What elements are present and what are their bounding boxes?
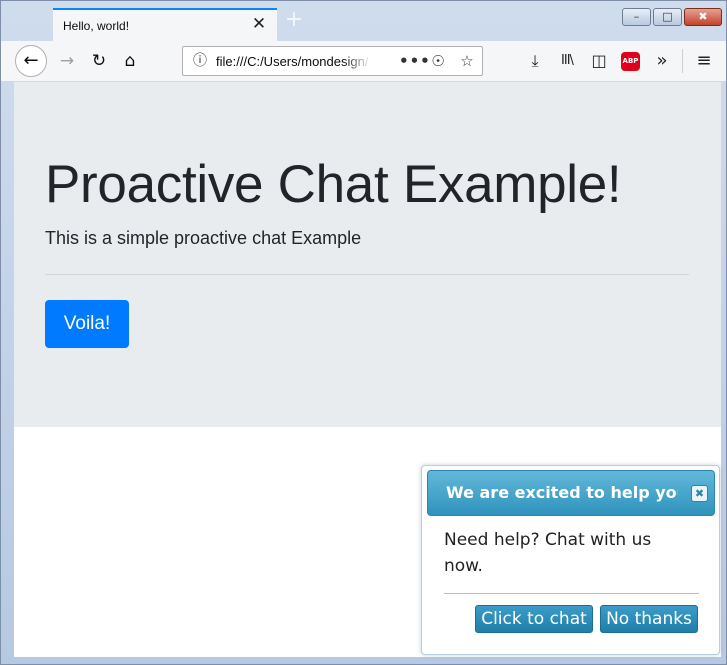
page-actions-icon[interactable]: ••• — [399, 51, 430, 71]
page-title: Proactive Chat Example! — [45, 155, 622, 214]
adblock-icon[interactable]: ABP — [621, 52, 640, 71]
downloads-icon[interactable]: ⤓ — [522, 47, 548, 75]
tab-strip: Hello, world! ✕ + – □ ✖ — [1, 1, 726, 41]
proactive-chat-popup: We are excited to help you! ✖ Need help?… — [421, 465, 720, 655]
toolbar-divider — [682, 49, 683, 73]
back-icon[interactable]: ← — [15, 45, 47, 77]
browser-window: Hello, world! ✕ + – □ ✖ ← → ↻ ⌂ ⓘ file:/… — [0, 0, 727, 665]
chat-message: Need help? Chat with us now. — [444, 530, 652, 576]
menu-icon[interactable]: ≡ — [691, 47, 717, 75]
forward-icon[interactable]: → — [53, 47, 81, 75]
new-tab-icon[interactable]: + — [284, 9, 304, 31]
tab-close-icon[interactable]: ✕ — [249, 14, 269, 34]
click-to-chat-button[interactable]: Click to chat — [475, 605, 593, 633]
chat-divider — [444, 593, 699, 594]
minimize-icon: – — [633, 10, 640, 23]
maximize-button[interactable]: □ — [653, 8, 682, 26]
page-lead: This is a simple proactive chat Example — [45, 228, 362, 248]
bookmark-star-icon[interactable]: ☆ — [456, 51, 478, 71]
divider — [45, 274, 689, 275]
site-info-icon[interactable]: ⓘ — [190, 51, 210, 71]
chat-close-icon[interactable]: ✖ — [691, 485, 708, 502]
no-thanks-button[interactable]: No thanks — [600, 605, 698, 633]
close-icon: ✖ — [698, 10, 708, 23]
reload-icon[interactable]: ↻ — [85, 47, 113, 75]
tab-title: Hello, world! — [63, 19, 130, 33]
sidebar-icon[interactable]: ◫ — [586, 47, 612, 75]
address-bar[interactable]: ⓘ file:///C:/Users/mondesign/Desktop/ind… — [182, 46, 483, 76]
pocket-icon[interactable]: ☉ — [427, 51, 449, 71]
voila-button[interactable]: Voila! — [45, 300, 129, 348]
home-icon[interactable]: ⌂ — [116, 47, 144, 75]
maximize-icon: □ — [662, 10, 673, 23]
url-fade — [343, 49, 371, 73]
library-icon[interactable]: III\ — [554, 47, 580, 75]
tab-active[interactable]: Hello, world! ✕ — [53, 8, 277, 41]
chat-title: We are excited to help you! — [446, 483, 678, 502]
navigation-toolbar: ← → ↻ ⌂ ⓘ file:///C:/Users/mondesign/Des… — [1, 41, 726, 82]
jumbotron: Proactive Chat Example! This is a simple… — [14, 82, 721, 427]
chat-header: We are excited to help you! ✖ — [427, 470, 715, 516]
minimize-button[interactable]: – — [622, 8, 651, 26]
close-window-button[interactable]: ✖ — [684, 8, 722, 26]
overflow-icon[interactable]: » — [649, 47, 675, 75]
